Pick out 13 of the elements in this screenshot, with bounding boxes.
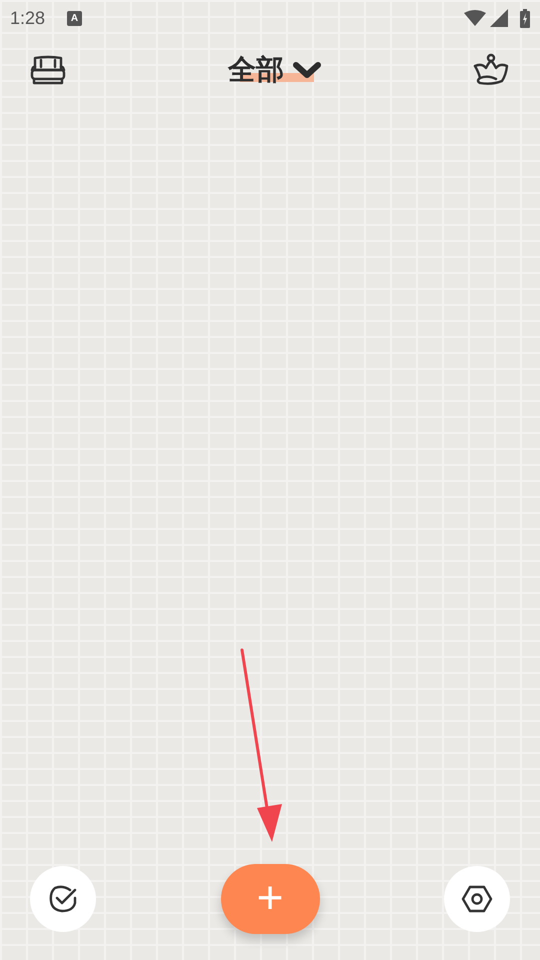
status-time: 1:28 — [10, 6, 46, 30]
battery-icon — [520, 8, 530, 28]
crown-icon[interactable] — [472, 53, 510, 87]
chevron-down-icon — [292, 61, 322, 79]
checkmark-icon — [48, 884, 78, 914]
signal-icon — [490, 9, 508, 27]
settings-button[interactable] — [444, 866, 510, 932]
sofa-icon[interactable] — [30, 54, 66, 86]
check-button[interactable] — [30, 866, 96, 932]
settings-icon — [461, 884, 493, 914]
keyboard-icon: A — [67, 10, 82, 26]
category-dropdown[interactable]: 全部 — [228, 53, 322, 87]
wifi-icon — [464, 10, 486, 26]
